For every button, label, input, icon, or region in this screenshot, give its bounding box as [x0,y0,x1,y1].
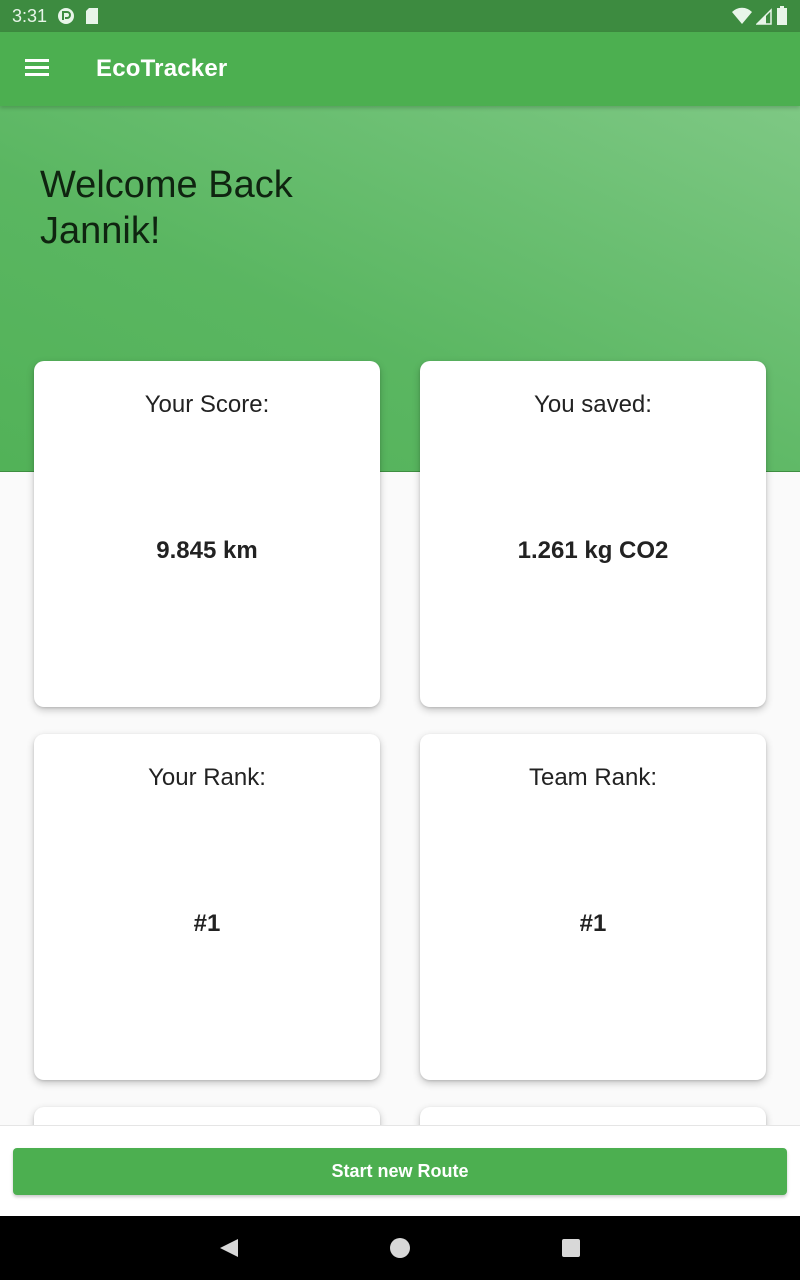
app-notification-icon [57,7,75,25]
score-card-value: 9.845 km [156,537,258,564]
rank-card-value: #1 [193,910,221,937]
screen: 3:31 EcoTracker Welcome Back Jannik! You… [0,0,800,1280]
sd-card-icon [85,7,99,25]
welcome-message: Welcome Back Jannik! [40,162,380,254]
status-bar: 3:31 [0,0,800,32]
rank-card-title: Your Rank: [148,764,266,791]
co2-saved-card-title: You saved: [534,391,652,418]
status-time: 3:31 [12,5,48,26]
battery-icon [776,6,788,26]
team-rank-card[interactable]: Team Rank: #1 [420,734,766,1080]
score-card-title: Your Score: [144,391,270,418]
status-left: 3:31 [12,6,99,27]
bottom-action-panel: Start new Route [0,1125,800,1216]
recents-icon[interactable] [559,1236,583,1260]
app-title: EcoTracker [96,55,228,82]
start-new-route-button[interactable]: Start new Route [13,1148,787,1195]
team-rank-card-value: #1 [579,910,607,937]
status-right [732,6,788,26]
navigation-bar [0,1216,800,1280]
menu-button[interactable] [0,32,74,106]
welcome-line-1: Welcome Back [40,164,293,206]
team-rank-card-title: Team Rank: [528,764,658,791]
home-icon[interactable] [388,1236,412,1260]
wifi-icon [732,7,752,25]
co2-saved-card[interactable]: You saved: 1.261 kg CO2 [420,361,766,707]
welcome-line-name: Jannik! [40,210,161,252]
hamburger-menu-icon [24,57,50,82]
back-icon[interactable] [217,1236,241,1260]
rank-card[interactable]: Your Rank: #1 [34,734,380,1080]
co2-saved-card-value: 1.261 kg CO2 [517,537,669,564]
cell-signal-icon [756,7,772,25]
score-card[interactable]: Your Score: 9.845 km [34,361,380,707]
app-bar: EcoTracker [0,32,800,106]
